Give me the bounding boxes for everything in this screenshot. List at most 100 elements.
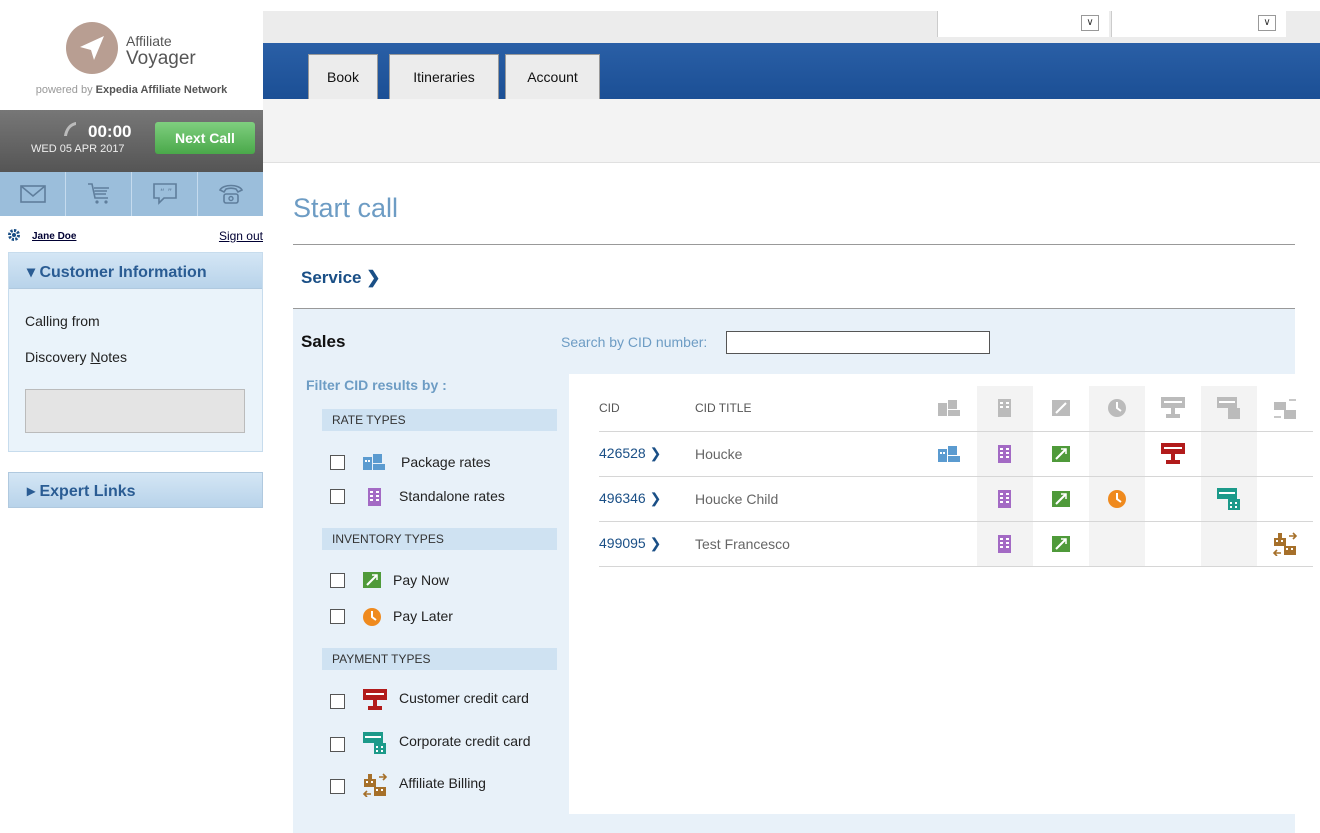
tab-itineraries[interactable]: Itineraries [389,54,499,99]
gear-icon[interactable] [7,228,21,242]
cart-button[interactable] [66,172,132,216]
chevron-right-icon: ❯ [649,445,662,461]
customer-credit-card-icon [363,689,387,710]
corporate-credit-card-icon [1217,397,1240,420]
powered-by: powered by Expedia Affiliate Network [35,84,228,96]
table-row[interactable]: 426528 ❯ Houcke [599,431,1313,477]
cell-pay-later [1089,476,1145,522]
payment-types-heading: PAYMENT TYPES [322,648,557,670]
next-call-button[interactable]: Next Call [155,122,255,154]
filter-package-rates[interactable]: Package rates [330,453,530,473]
expert-links-toggle[interactable]: ▸ Expert Links [8,472,263,508]
phone-handset-icon [64,122,76,136]
cell-affiliate [1257,431,1313,477]
chevron-down-icon: ∨ [1081,15,1099,31]
customer-credit-card-icon [1161,442,1185,464]
cid-link[interactable]: 426528 ❯ [599,431,695,477]
sales-title: Sales [301,332,346,351]
rate-types-heading: RATE TYPES [322,409,557,431]
username-link[interactable]: Jane Doe [32,231,76,242]
call-date: WED 05 APR 2017 [31,143,125,155]
standalone-rates-icon [998,489,1011,508]
standalone-rates-icon [998,399,1011,418]
table-row[interactable]: 496346 ❯ Houcke Child [599,476,1313,522]
mail-button[interactable] [0,172,66,216]
standalone-rates-icon [368,488,381,506]
package-rates-checkbox[interactable] [330,455,345,470]
col-header-standalone [977,386,1033,432]
cell-corporate-card [1201,431,1257,477]
package-rates-icon [363,454,385,470]
sidebar-icon-bar: “ ” [0,172,263,216]
user-row: Jane Doe Sign out [0,226,263,246]
customer-credit-card-icon [1161,397,1185,419]
col-header-pay-later [1089,386,1145,432]
corporate-credit-card-icon [1217,487,1240,510]
top-select-2[interactable]: ∨ [1111,11,1286,37]
sidebar: Affiliate Voyager powered by Expedia Aff… [0,0,263,833]
cell-pay-now [1033,431,1089,477]
cell-affiliate [1257,476,1313,522]
filter-customer-credit-card[interactable]: Customer credit card [330,688,550,710]
filter-corporate-credit-card[interactable]: Corporate credit card [330,731,550,754]
filter-pay-later[interactable]: Pay Later [330,607,480,627]
logo-text-line1: Affiliate [126,33,172,49]
discovery-notes-field[interactable] [25,389,245,433]
service-link[interactable]: Service ❯ [301,268,380,288]
chevron-right-icon: ❯ [649,490,662,506]
affiliate-billing-icon [1274,399,1296,420]
cell-pay-now [1033,476,1089,522]
top-select-bar: ∨ ∨ [263,11,1320,43]
telephone-button[interactable] [198,172,263,216]
inventory-types-heading: INVENTORY TYPES [322,528,557,550]
cell-affiliate [1257,521,1313,567]
standalone-rates-icon [998,534,1011,553]
pay-later-clock-icon [363,608,381,626]
cell-standalone [977,431,1033,477]
filter-pay-now[interactable]: Pay Now [330,571,480,591]
cell-corporate-card [1201,521,1257,567]
sign-out-link[interactable]: Sign out [219,229,263,243]
divider [293,244,1295,245]
cell-corporate-card [1201,476,1257,522]
call-timer: 00:00 [88,122,132,141]
filter-standalone-rates[interactable]: Standalone rates [330,487,530,507]
affiliate-billing-checkbox[interactable] [330,779,345,794]
cell-customer-card [1145,431,1201,477]
filter-label: Filter CID results by : [306,377,447,393]
chat-button[interactable]: “ ” [132,172,198,216]
filter-affiliate-billing[interactable]: Affiliate Billing [330,773,550,797]
cid-link[interactable]: 499095 ❯ [599,521,695,567]
results-table: CID CID TITLE 426528 ❯ Houcke 496346 ❯ H… [599,386,1313,567]
chevron-right-icon: ❯ [366,268,381,287]
standalone-rates-icon [998,444,1011,463]
main-nav: Book Itineraries Account [263,43,1320,99]
col-header-customer-card [1145,386,1201,432]
top-select-1[interactable]: ∨ [937,11,1109,37]
sub-toolbar [263,99,1320,163]
pay-now-icon [1052,445,1070,462]
telephone-icon [218,184,243,204]
corporate-credit-card-checkbox[interactable] [330,737,345,752]
cid-link[interactable]: 496346 ❯ [599,476,695,522]
affiliate-billing-icon [362,773,388,797]
corporate-credit-card-icon [363,732,386,754]
col-header-affiliate [1257,386,1313,432]
cell-customer-card [1145,476,1201,522]
tab-account[interactable]: Account [505,54,600,99]
customer-credit-card-checkbox[interactable] [330,694,345,709]
tab-book[interactable]: Book [308,54,378,99]
col-header-corporate-card [1201,386,1257,432]
affiliate-billing-icon [1272,531,1298,556]
standalone-rates-checkbox[interactable] [330,489,345,504]
col-header-title: CID TITLE [695,386,921,432]
pay-now-icon [1052,535,1070,552]
pay-later-clock-icon [1108,489,1126,508]
pay-now-checkbox[interactable] [330,573,345,588]
logo-text-line2: Voyager [126,48,196,69]
table-row[interactable]: 499095 ❯ Test Francesco [599,521,1313,567]
cell-pay-later [1089,431,1145,477]
customer-information-toggle[interactable]: ▾ Customer Information [9,253,262,289]
pay-later-checkbox[interactable] [330,609,345,624]
search-cid-input[interactable] [726,331,990,354]
